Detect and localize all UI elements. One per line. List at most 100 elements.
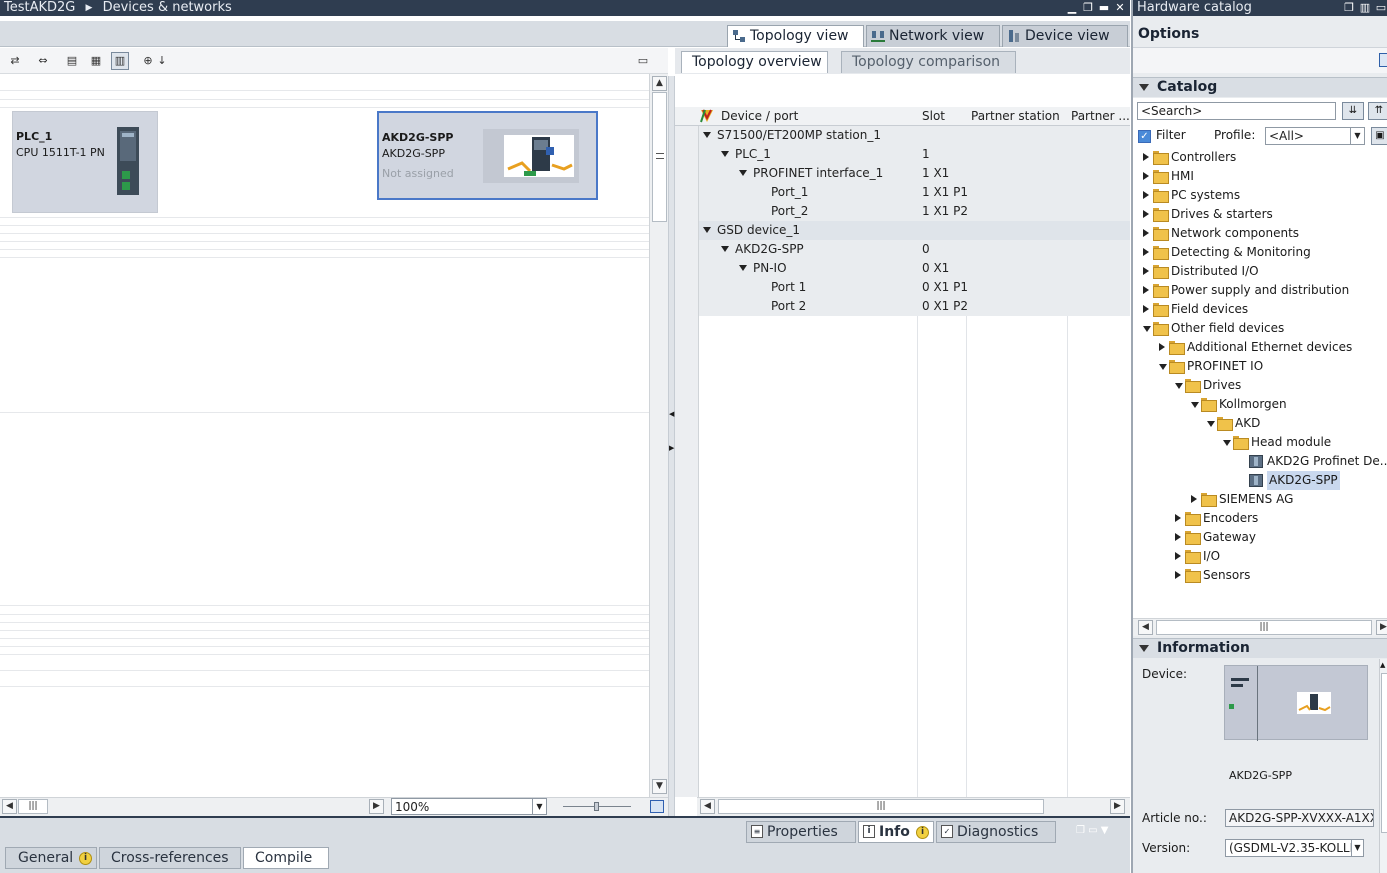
options-header[interactable]: Options — [1133, 21, 1387, 47]
collapsed-arrow-icon[interactable] — [1191, 495, 1197, 503]
table-row[interactable]: Port_2 1 X1 P2 — [699, 202, 1130, 221]
column-partner-station[interactable]: Partner station — [971, 109, 1067, 123]
information-section-header[interactable]: Information — [1133, 638, 1387, 658]
table-row[interactable]: Port 2 0 X1 P2 — [699, 297, 1130, 316]
catalog-scroll-left-icon[interactable]: ◀ — [1138, 620, 1153, 635]
catalog-folder-item[interactable]: PC systems — [1143, 186, 1379, 205]
catalog-folder-item[interactable]: Head module — [1223, 433, 1379, 452]
restore-icon[interactable]: ❐ — [1082, 2, 1094, 14]
maximize-icon[interactable]: ▬ — [1098, 2, 1110, 14]
expand-toggle-icon[interactable] — [739, 170, 747, 176]
collapsed-arrow-icon[interactable] — [1143, 210, 1149, 218]
collapsed-arrow-icon[interactable] — [1143, 286, 1149, 294]
table-row[interactable]: PN-IO 0 X1 — [699, 259, 1130, 278]
fit-width-icon[interactable]: ⇔ — [34, 52, 52, 70]
collapsed-arrow-icon[interactable] — [1143, 267, 1149, 275]
collapsed-arrow-icon[interactable] — [1143, 172, 1149, 180]
expand-toggle-icon[interactable] — [703, 132, 711, 138]
overview-scroll-right-icon[interactable]: ▶ — [1110, 799, 1125, 814]
device-akd2g-spp[interactable]: AKD2G-SPP AKD2G-SPP Not assigned — [377, 111, 598, 200]
zoom-slider-handle[interactable] — [594, 802, 599, 811]
catalog-folder-item[interactable]: HMI — [1143, 167, 1379, 186]
catalog-folder-item[interactable]: Other field devices — [1143, 319, 1379, 338]
table-row[interactable]: AKD2G-SPP 0 — [699, 240, 1130, 259]
close-icon[interactable]: ✕ — [1114, 2, 1126, 14]
search-down-icon[interactable]: ⇊ — [1342, 102, 1364, 120]
device-plc[interactable]: PLC_1 CPU 1511T-1 PN — [12, 111, 158, 213]
scroll-down-icon[interactable]: ▼ — [652, 779, 667, 794]
expand-toggle-icon[interactable] — [739, 265, 747, 271]
search-up-icon[interactable]: ⇈ — [1368, 102, 1387, 120]
canvas-hscroll-thumb[interactable]: ||| — [18, 799, 48, 814]
table-row[interactable]: PLC_1 1 — [699, 145, 1130, 164]
expanded-arrow-icon[interactable] — [1175, 383, 1183, 389]
info-scroll-up-icon[interactable]: ▲ — [1380, 661, 1385, 669]
table-row[interactable]: GSD device_1 — [699, 221, 1130, 240]
column-device-port[interactable]: Device / port — [721, 109, 917, 123]
expanded-arrow-icon[interactable] — [1143, 326, 1151, 332]
collapsed-arrow-icon[interactable] — [1175, 571, 1181, 579]
overview-toggle-icon[interactable]: ▭ — [634, 52, 652, 70]
catalog-folder-item[interactable]: Power supply and distribution — [1143, 281, 1379, 300]
collapsed-arrow-icon[interactable] — [1175, 533, 1181, 541]
scroll-up-icon[interactable]: ▲ — [652, 76, 667, 91]
catalog-scroll-right-icon[interactable]: ▶ — [1376, 620, 1387, 635]
split-view-icon[interactable]: ▥ — [111, 52, 129, 70]
canvas-vscroll-thumb[interactable] — [652, 92, 667, 222]
catalog-collapse-icon[interactable]: ▭ — [1375, 2, 1387, 14]
zoom-icon[interactable]: ⊕ — [139, 52, 157, 70]
table-row[interactable]: Port 1 0 X1 P1 — [699, 278, 1130, 297]
tab-general[interactable]: General i — [5, 847, 97, 869]
options-pane-icon[interactable] — [1379, 53, 1387, 67]
collapsed-arrow-icon[interactable] — [1143, 153, 1149, 161]
canvas-vertical-scrollbar[interactable]: ▲ ▼ — [649, 74, 668, 797]
pane-splitter[interactable]: ◀ ▶ — [668, 76, 675, 816]
show-names-icon[interactable]: ⇄ — [6, 52, 24, 70]
catalog-folder-item[interactable]: SIEMENS AG — [1191, 490, 1379, 509]
collapsed-arrow-icon[interactable] — [1175, 514, 1181, 522]
table-row[interactable]: S71500/ET200MP station_1 — [699, 126, 1130, 145]
expand-toggle-icon[interactable] — [703, 227, 711, 233]
expand-toggle-icon[interactable] — [721, 151, 729, 157]
information-vertical-scrollbar[interactable]: ▲ — [1379, 659, 1387, 873]
catalog-folder-item[interactable]: Drives & starters — [1143, 205, 1379, 224]
collapsed-arrow-icon[interactable] — [1159, 343, 1165, 351]
catalog-device-item[interactable]: AKD2G Profinet De... — [1239, 452, 1387, 471]
catalog-columns-icon[interactable]: ▥ — [1359, 2, 1371, 14]
topology-canvas[interactable]: PLC_1 CPU 1511T-1 PN AKD2G-SPP AKD2G-SPP… — [0, 76, 649, 796]
scroll-left-icon[interactable]: ◀ — [2, 799, 17, 814]
catalog-section-header[interactable]: Catalog — [1133, 77, 1387, 97]
overview-hscroll-thumb[interactable]: ||| — [718, 799, 1044, 814]
table-row[interactable]: Port_1 1 X1 P1 — [699, 183, 1130, 202]
tab-info[interactable]: i Info i — [858, 821, 934, 843]
tab-diagnostics[interactable]: ✓ Diagnostics — [936, 821, 1056, 843]
scroll-right-icon[interactable]: ▶ — [369, 799, 384, 814]
catalog-folder-item[interactable]: Controllers — [1143, 148, 1379, 167]
column-partner-port[interactable]: Partner ... — [1071, 109, 1129, 123]
catalog-folder-item[interactable]: PROFINET IO — [1159, 357, 1379, 376]
catalog-folder-item[interactable]: Additional Ethernet devices — [1159, 338, 1379, 357]
zoom-slider[interactable] — [563, 802, 631, 811]
collapsed-arrow-icon[interactable] — [1143, 191, 1149, 199]
catalog-folder-item[interactable]: Gateway — [1175, 528, 1379, 547]
catalog-folder-item[interactable]: Sensors — [1175, 566, 1379, 585]
catalog-folder-item[interactable]: Distributed I/O — [1143, 262, 1379, 281]
profile-select[interactable]: <All> ▼ — [1265, 127, 1365, 145]
catalog-search-input[interactable]: <Search> — [1137, 102, 1336, 120]
zoom-dropdown-icon[interactable]: ↓ — [156, 52, 168, 70]
catalog-folder-item[interactable]: Network components — [1143, 224, 1379, 243]
inspector-window-controls-icon[interactable]: ❐ ▭ ▼ — [1076, 825, 1108, 836]
profile-settings-icon[interactable]: ▣ — [1371, 127, 1387, 145]
tab-topology-view[interactable]: Topology view — [727, 25, 864, 47]
catalog-folder-item[interactable]: Kollmorgen — [1191, 395, 1379, 414]
minimize-icon[interactable]: ▁ — [1066, 2, 1078, 14]
catalog-device-item[interactable]: AKD2G-SPP — [1239, 471, 1379, 490]
catalog-folder-item[interactable]: AKD — [1207, 414, 1379, 433]
expand-toggle-icon[interactable] — [721, 246, 729, 252]
catalog-folder-item[interactable]: Field devices — [1143, 300, 1379, 319]
device-list-icon[interactable]: ▤ — [63, 52, 81, 70]
catalog-folder-item[interactable]: Drives — [1175, 376, 1379, 395]
tab-device-view[interactable]: Device view — [1002, 25, 1128, 47]
catalog-restore-icon[interactable]: ❐ — [1343, 2, 1355, 14]
splitter-left-arrow-icon[interactable]: ◀ — [669, 410, 674, 418]
